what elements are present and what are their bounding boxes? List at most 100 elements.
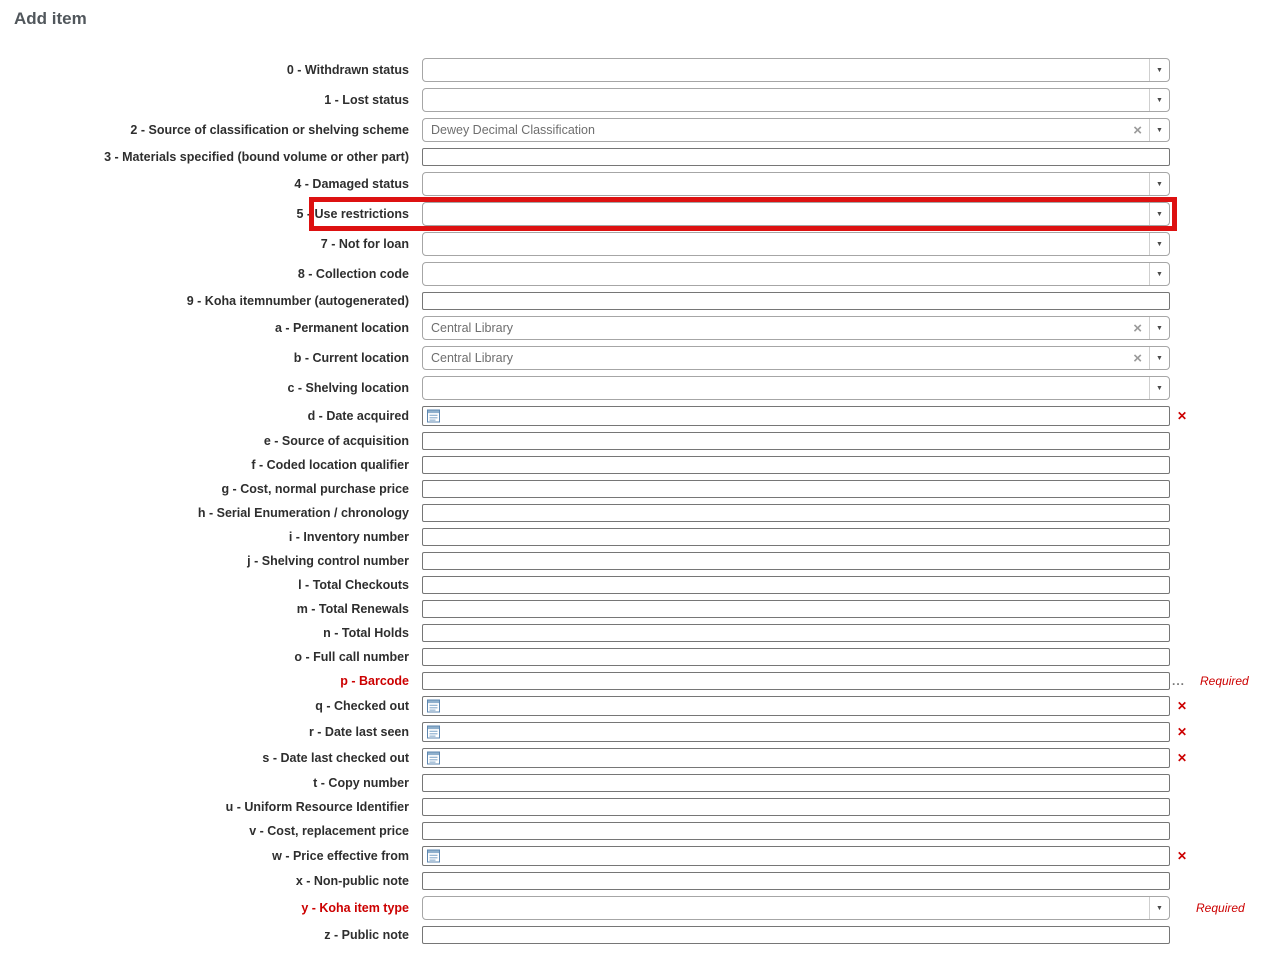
calendar-icon[interactable] xyxy=(427,409,440,423)
calendar-icon[interactable] xyxy=(427,725,440,739)
form-row: 1 - Lost status ▼ xyxy=(0,85,1262,115)
text-input[interactable] xyxy=(422,926,1170,944)
calendar-icon[interactable] xyxy=(427,699,440,713)
clear-selection-icon[interactable]: × xyxy=(1133,351,1142,366)
field-control: ▼ xyxy=(422,232,1170,256)
field-label: b - Current location xyxy=(293,351,409,365)
chevron-down-icon[interactable]: ▼ xyxy=(1149,897,1169,919)
text-input[interactable] xyxy=(422,624,1170,642)
field-label: h - Serial Enumeration / chronology xyxy=(197,506,409,520)
text-input[interactable] xyxy=(422,648,1170,666)
field-label: t - Copy number xyxy=(313,776,409,790)
select-dropdown[interactable]: ▼ xyxy=(422,232,1170,256)
form-row: 4 - Damaged status ▼ xyxy=(0,169,1262,199)
date-input[interactable] xyxy=(422,846,1170,866)
form-row: 3 - Materials specified (bound volume or… xyxy=(0,145,1262,169)
form-row: z - Public note xyxy=(0,923,1262,947)
field-control xyxy=(422,798,1170,816)
field-label: y - Koha item type xyxy=(301,901,409,915)
field-control xyxy=(422,600,1170,618)
text-input[interactable] xyxy=(422,872,1170,890)
clear-date-icon[interactable]: ✕ xyxy=(1177,726,1187,738)
text-input[interactable] xyxy=(422,292,1170,310)
field-control: Central Library × ▼ xyxy=(422,346,1170,370)
date-input[interactable] xyxy=(422,722,1170,742)
field-control xyxy=(422,432,1170,450)
select-value: Dewey Decimal Classification xyxy=(431,123,595,137)
chevron-down-icon[interactable]: ▼ xyxy=(1149,89,1169,111)
field-label: a - Permanent location xyxy=(274,321,409,335)
form-row: r - Date last seen ✕ xyxy=(0,719,1262,745)
text-input[interactable] xyxy=(422,148,1170,166)
chevron-down-icon[interactable]: ▼ xyxy=(1149,119,1169,141)
select-dropdown[interactable]: ▼ xyxy=(422,262,1170,286)
select-value: Central Library xyxy=(431,321,513,335)
chevron-down-icon[interactable]: ▼ xyxy=(1149,173,1169,195)
chevron-down-icon[interactable]: ▼ xyxy=(1149,59,1169,81)
clear-date-icon[interactable]: ✕ xyxy=(1177,752,1187,764)
add-item-form: 0 - Withdrawn status ▼ 1 - Lost status ▼ 2 -… xyxy=(0,55,1262,947)
select-dropdown[interactable]: Central Library × ▼ xyxy=(422,316,1170,340)
field-control xyxy=(422,528,1170,546)
text-input[interactable] xyxy=(422,480,1170,498)
field-label: 2 - Source of classification or shelving… xyxy=(130,123,409,137)
text-input[interactable] xyxy=(422,600,1170,618)
clear-selection-icon[interactable]: × xyxy=(1133,321,1142,336)
text-input[interactable] xyxy=(422,822,1170,840)
text-input[interactable] xyxy=(422,432,1170,450)
select-dropdown[interactable]: Central Library × ▼ xyxy=(422,346,1170,370)
select-dropdown[interactable]: ▼ xyxy=(422,172,1170,196)
field-annotations: ✕ xyxy=(1170,850,1187,862)
text-input[interactable] xyxy=(422,552,1170,570)
text-input[interactable] xyxy=(422,672,1170,690)
form-row: l - Total Checkouts xyxy=(0,573,1262,597)
form-row: i - Inventory number xyxy=(0,525,1262,549)
text-input[interactable] xyxy=(422,576,1170,594)
clear-date-icon[interactable]: ✕ xyxy=(1177,850,1187,862)
field-control xyxy=(422,148,1170,166)
field-control xyxy=(422,846,1170,866)
select-dropdown[interactable]: ▼ xyxy=(422,896,1170,920)
chevron-down-icon[interactable]: ▼ xyxy=(1149,377,1169,399)
text-input[interactable] xyxy=(422,504,1170,522)
chevron-down-icon[interactable]: ▼ xyxy=(1149,317,1169,339)
text-input[interactable] xyxy=(422,528,1170,546)
barcode-plugin-link[interactable]: ... xyxy=(1172,674,1185,688)
chevron-down-icon[interactable]: ▼ xyxy=(1149,347,1169,369)
field-label: p - Barcode xyxy=(340,674,409,688)
field-label: c - Shelving location xyxy=(287,381,409,395)
date-input[interactable] xyxy=(422,696,1170,716)
calendar-icon[interactable] xyxy=(427,849,440,863)
field-label: o - Full call number xyxy=(294,650,409,664)
field-control xyxy=(422,406,1170,426)
clear-selection-icon[interactable]: × xyxy=(1133,123,1142,138)
field-control xyxy=(422,774,1170,792)
field-control: Central Library × ▼ xyxy=(422,316,1170,340)
field-label: 3 - Materials specified (bound volume or… xyxy=(104,150,409,164)
chevron-down-icon[interactable]: ▼ xyxy=(1149,233,1169,255)
field-label: m - Total Renewals xyxy=(296,602,409,616)
form-row: n - Total Holds xyxy=(0,621,1262,645)
field-label: z - Public note xyxy=(324,928,409,942)
select-dropdown[interactable]: ▼ xyxy=(422,376,1170,400)
text-input[interactable] xyxy=(422,456,1170,474)
date-input[interactable] xyxy=(422,406,1170,426)
text-input[interactable] xyxy=(422,798,1170,816)
select-dropdown[interactable]: Dewey Decimal Classification × ▼ xyxy=(422,118,1170,142)
form-row: x - Non-public note xyxy=(0,869,1262,893)
select-dropdown[interactable]: ▼ xyxy=(422,58,1170,82)
chevron-down-icon[interactable]: ▼ xyxy=(1149,263,1169,285)
field-label: s - Date last checked out xyxy=(262,751,409,765)
date-input[interactable] xyxy=(422,748,1170,768)
select-dropdown[interactable]: ▼ xyxy=(422,202,1170,226)
clear-date-icon[interactable]: ✕ xyxy=(1177,410,1187,422)
field-control xyxy=(422,624,1170,642)
text-input[interactable] xyxy=(422,774,1170,792)
field-control: ▼ xyxy=(422,896,1170,920)
field-label: x - Non-public note xyxy=(295,874,409,888)
clear-date-icon[interactable]: ✕ xyxy=(1177,700,1187,712)
select-dropdown[interactable]: ▼ xyxy=(422,88,1170,112)
field-control xyxy=(422,292,1170,310)
chevron-down-icon[interactable]: ▼ xyxy=(1149,203,1169,225)
calendar-icon[interactable] xyxy=(427,751,440,765)
